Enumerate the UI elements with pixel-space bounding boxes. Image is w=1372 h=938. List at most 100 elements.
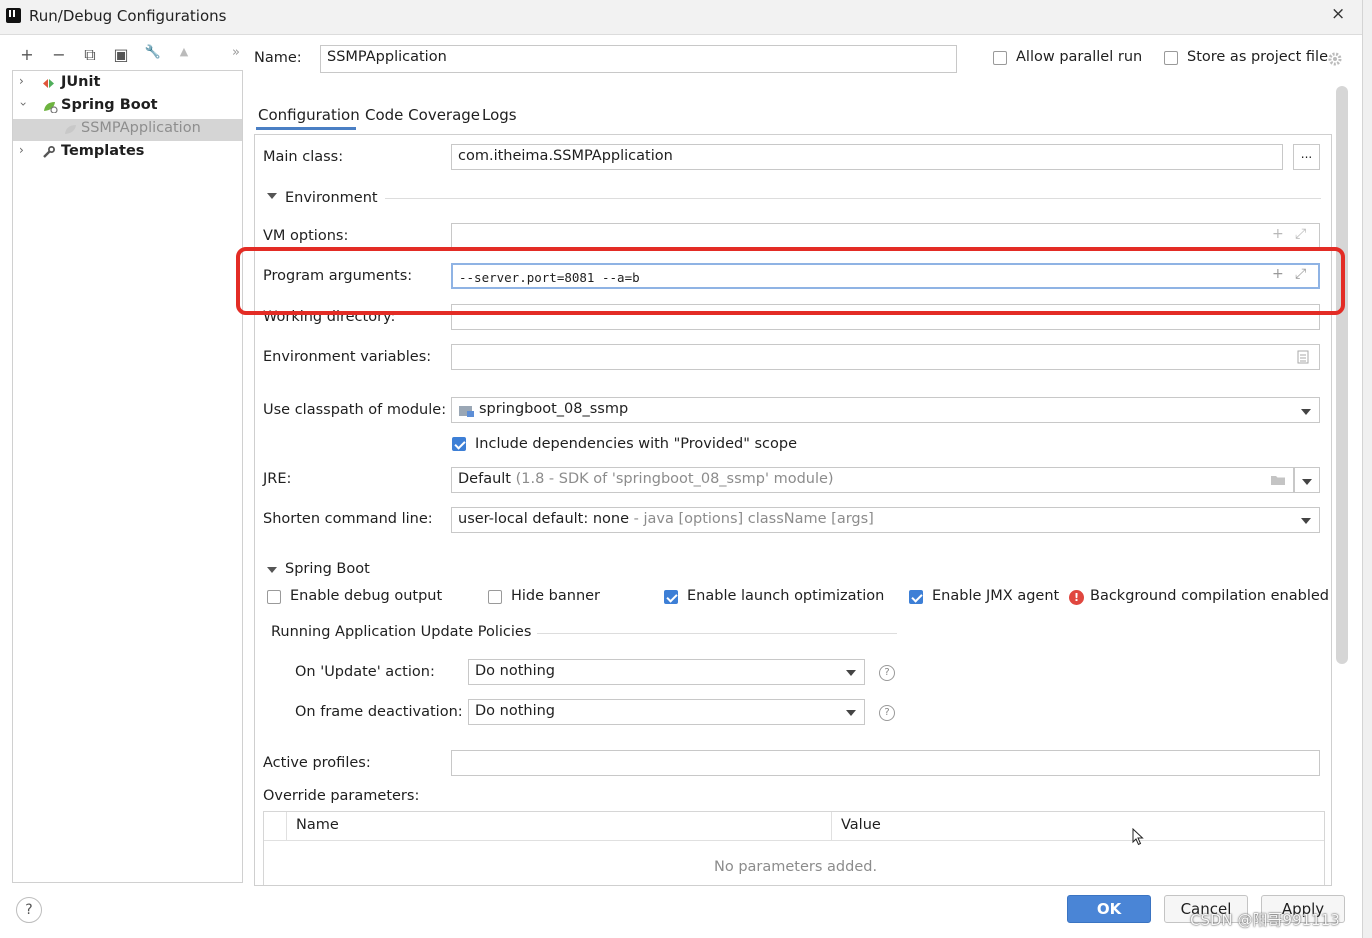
spring-app-icon bbox=[65, 125, 76, 134]
active-tab-indicator bbox=[256, 127, 356, 130]
expand-field-icon[interactable]: ⤢ bbox=[1295, 266, 1306, 282]
copy-icon[interactable]: ⧉ bbox=[81, 45, 99, 65]
on-update-action-label: On 'Update' action: bbox=[295, 664, 435, 680]
tree-label-junit: JUnit bbox=[61, 74, 101, 90]
allow-parallel-label: Allow parallel run bbox=[1016, 49, 1143, 65]
move-up-icon[interactable]: ▲ bbox=[175, 45, 193, 65]
configuration-tree: › JUnit › Spring Boot SSMPApplication › … bbox=[12, 70, 243, 883]
program-arguments-label: Program arguments: bbox=[263, 268, 413, 284]
intellij-app-icon bbox=[6, 8, 21, 23]
tree-item-junit[interactable]: › JUnit bbox=[13, 73, 242, 95]
working-directory-label: Working directory: bbox=[263, 309, 396, 325]
store-as-project-label: Store as project file bbox=[1187, 49, 1328, 65]
enable-debug-output-label: Enable debug output bbox=[290, 588, 443, 604]
browse-button[interactable]: ... bbox=[1293, 144, 1320, 170]
environment-section-label[interactable]: Environment bbox=[285, 190, 378, 206]
column-header-value[interactable]: Value bbox=[841, 817, 881, 833]
jre-field[interactable]: Default (1.8 - SDK of 'springboot_08_ssm… bbox=[451, 467, 1294, 493]
chevron-right-icon[interactable]: › bbox=[19, 143, 24, 157]
tab-logs[interactable]: Logs bbox=[482, 106, 517, 124]
override-parameters-table[interactable]: Name Value No parameters added. bbox=[263, 811, 1325, 885]
classpath-module-label: Use classpath of module: bbox=[263, 402, 447, 418]
tab-configuration[interactable]: Configuration bbox=[258, 106, 360, 124]
document-icon[interactable] bbox=[1297, 350, 1309, 364]
help-icon[interactable]: ? bbox=[879, 705, 895, 721]
allow-parallel-checkbox[interactable] bbox=[993, 51, 1007, 65]
empty-table-message: No parameters added. bbox=[714, 859, 878, 875]
enable-debug-output-checkbox[interactable] bbox=[267, 590, 281, 604]
add-icon[interactable]: + bbox=[18, 45, 36, 65]
expand-icon[interactable]: » bbox=[227, 45, 245, 65]
panel-scrollbar[interactable] bbox=[1336, 86, 1348, 664]
close-icon[interactable]: × bbox=[1331, 4, 1345, 24]
hide-banner-checkbox[interactable] bbox=[488, 590, 502, 604]
chevron-down-icon[interactable] bbox=[1302, 479, 1312, 485]
chevron-down-icon[interactable] bbox=[1301, 518, 1311, 524]
shorten-value: user-local default: none bbox=[458, 511, 630, 527]
jre-label: JRE: bbox=[263, 471, 292, 487]
folder-icon[interactable] bbox=[1270, 474, 1286, 486]
vm-options-field[interactable] bbox=[451, 223, 1320, 249]
collapse-arrow-icon[interactable] bbox=[267, 193, 277, 199]
chevron-down-icon[interactable] bbox=[846, 670, 856, 676]
column-header-name[interactable]: Name bbox=[296, 817, 339, 833]
include-dependencies-label: Include dependencies with "Provided" sco… bbox=[475, 436, 798, 452]
store-as-project-checkbox[interactable] bbox=[1164, 51, 1178, 65]
chevron-down-icon[interactable]: › bbox=[16, 102, 30, 107]
override-parameters-label: Override parameters: bbox=[263, 788, 420, 804]
include-dependencies-checkbox[interactable] bbox=[452, 437, 466, 451]
table-header bbox=[264, 812, 1324, 841]
main-class-field[interactable]: com.itheima.SSMPApplication bbox=[451, 144, 1283, 170]
tab-code-coverage[interactable]: Code Coverage bbox=[365, 106, 480, 124]
expand-field-icon[interactable]: ⤢ bbox=[1295, 226, 1306, 242]
tree-item-spring-boot[interactable]: › Spring Boot bbox=[13, 96, 242, 118]
module-folder-icon bbox=[459, 406, 474, 417]
wrench-icon[interactable]: 🔧 bbox=[144, 45, 162, 65]
program-arguments-field[interactable]: --server.port=8081 --a=b bbox=[451, 263, 1320, 289]
on-frame-deactivation-dropdown[interactable]: Do nothing bbox=[468, 699, 865, 725]
configuration-panel: Main class: com.itheima.SSMPApplication … bbox=[254, 134, 1332, 886]
wrench-icon bbox=[43, 146, 55, 158]
tree-label-ssmp-application: SSMPApplication bbox=[81, 120, 201, 136]
background-compilation-label: Background compilation enabled bbox=[1090, 588, 1329, 604]
enable-jmx-agent-checkbox[interactable] bbox=[909, 590, 923, 604]
enable-launch-optimization-checkbox[interactable] bbox=[664, 590, 678, 604]
save-icon[interactable]: ▣ bbox=[112, 45, 130, 65]
hide-banner-label: Hide banner bbox=[511, 588, 601, 604]
name-label: Name: bbox=[254, 50, 302, 66]
on-update-action-dropdown[interactable]: Do nothing bbox=[468, 659, 865, 685]
shorten-hint: - java [options] className [args] bbox=[633, 511, 874, 527]
spring-boot-section-label[interactable]: Spring Boot bbox=[285, 561, 370, 577]
active-profiles-field[interactable] bbox=[451, 750, 1320, 776]
on-frame-deactivation-label: On frame deactivation: bbox=[295, 704, 463, 720]
classpath-module-dropdown[interactable]: springboot_08_ssmp bbox=[451, 397, 1320, 423]
collapse-arrow-icon[interactable] bbox=[267, 567, 277, 573]
chevron-right-icon[interactable]: › bbox=[19, 74, 24, 88]
gear-icon[interactable] bbox=[1328, 52, 1342, 66]
enable-launch-optimization-label: Enable launch optimization bbox=[687, 588, 885, 604]
tree-item-ssmp-application[interactable]: SSMPApplication bbox=[13, 119, 242, 141]
name-field[interactable]: SSMPApplication bbox=[320, 45, 957, 73]
column-divider bbox=[831, 812, 832, 840]
remove-icon[interactable]: − bbox=[50, 45, 68, 65]
add-icon[interactable]: + bbox=[1272, 266, 1284, 282]
environment-variables-label: Environment variables: bbox=[263, 349, 432, 365]
tree-label-templates: Templates bbox=[61, 143, 145, 159]
tree-item-templates[interactable]: › Templates bbox=[13, 142, 242, 164]
spring-boot-icon bbox=[44, 102, 58, 113]
help-icon[interactable]: ? bbox=[879, 665, 895, 681]
shorten-command-line-dropdown[interactable]: user-local default: none - java [options… bbox=[451, 507, 1320, 533]
chevron-down-icon[interactable] bbox=[1301, 409, 1311, 415]
working-directory-field[interactable] bbox=[451, 304, 1320, 330]
environment-variables-field[interactable] bbox=[451, 344, 1320, 370]
jre-hint: (1.8 - SDK of 'springboot_08_ssmp' modul… bbox=[515, 471, 834, 487]
help-button[interactable]: ? bbox=[16, 897, 42, 923]
add-icon[interactable]: + bbox=[1272, 226, 1284, 242]
side-tool-strip bbox=[1362, 0, 1372, 938]
vm-options-label: VM options: bbox=[263, 228, 349, 244]
watermark: CSDN @阳哥991113 bbox=[1190, 911, 1340, 929]
tree-label-spring-boot: Spring Boot bbox=[61, 97, 158, 113]
ok-button[interactable]: OK bbox=[1067, 895, 1151, 923]
chevron-down-icon[interactable] bbox=[846, 710, 856, 716]
section-divider bbox=[385, 198, 1321, 199]
